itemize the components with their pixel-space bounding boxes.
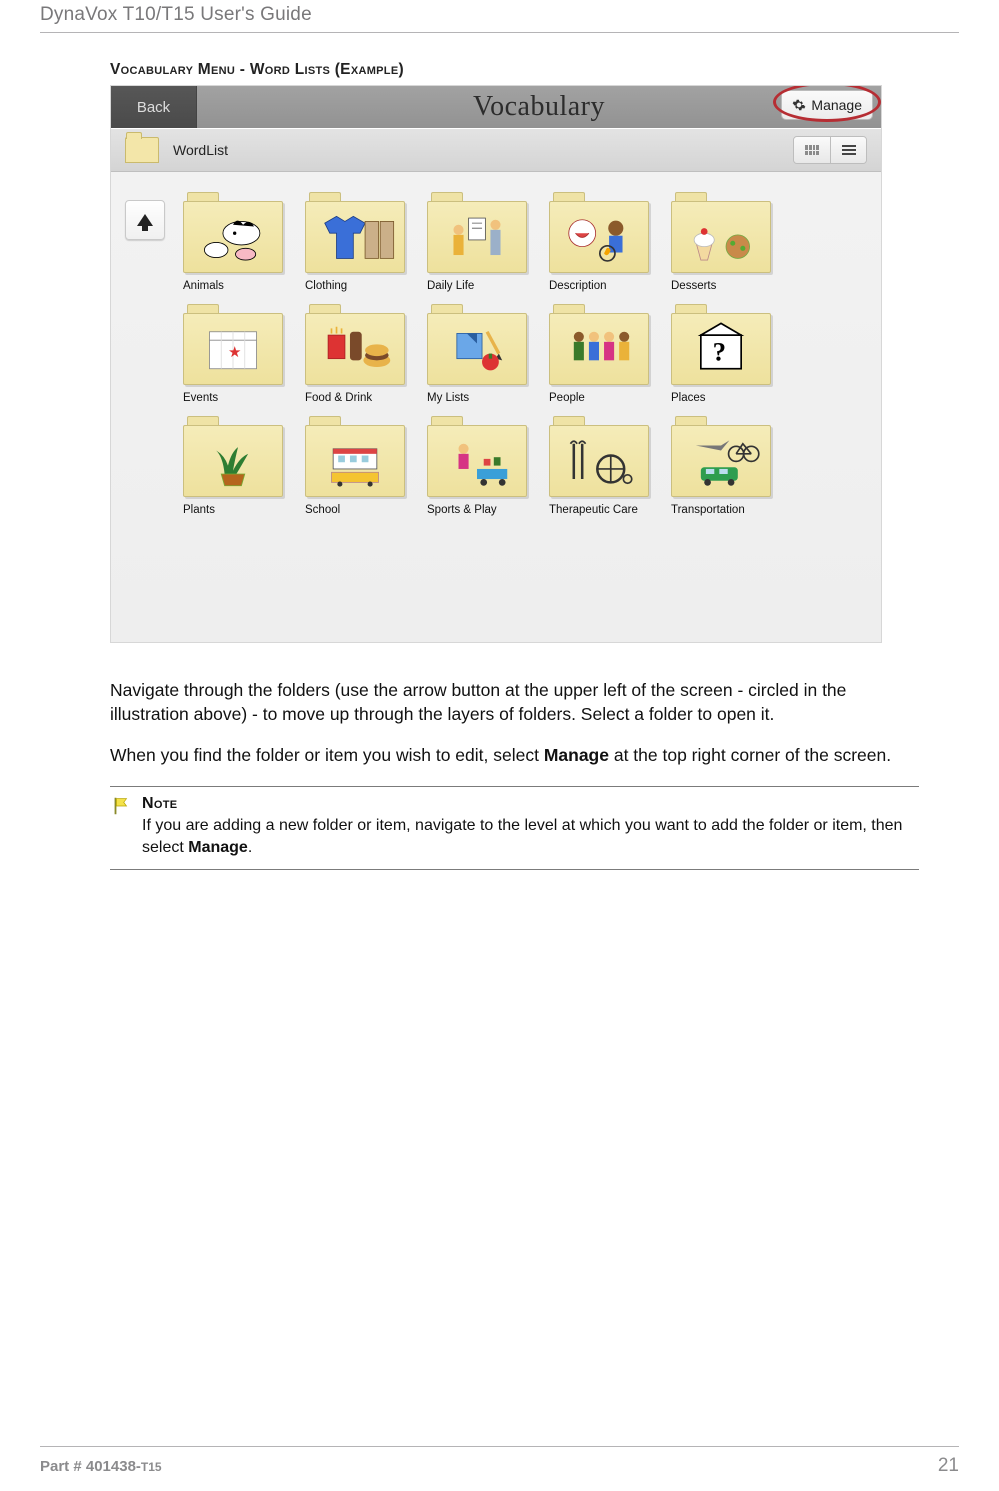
folder-label: People — [549, 392, 659, 404]
folder-item[interactable]: School — [305, 416, 415, 516]
folder-item[interactable]: Desserts — [671, 192, 781, 292]
folder-label: School — [305, 504, 415, 516]
footer-part-label: Part # 401438- — [40, 1458, 141, 1475]
folder-item[interactable]: People — [549, 304, 659, 404]
folder-item[interactable]: Plants — [183, 416, 293, 516]
paragraph-2: When you find the folder or item you wis… — [110, 744, 919, 768]
view-toggle — [793, 136, 867, 164]
folder-label: Therapeutic Care — [549, 504, 659, 516]
note-text: Note If you are adding a new folder or i… — [142, 793, 919, 859]
screenshot-vocabulary-menu: Back Vocabulary Manage WordList Animals C… — [110, 85, 882, 643]
breadcrumb-bar: WordList — [111, 128, 881, 172]
folder-item[interactable]: Transportation — [671, 416, 781, 516]
folder-label: Places — [671, 392, 781, 404]
note-body-bold: Manage — [188, 839, 248, 856]
up-arrow-icon — [137, 214, 153, 226]
folder-item[interactable]: My Lists — [427, 304, 537, 404]
list-view-button[interactable] — [830, 137, 866, 163]
manage-button[interactable]: Manage — [781, 90, 873, 120]
note-heading: Note — [142, 793, 919, 815]
screenshot-body: Animals Clothing Daily Life Description Dess… — [111, 172, 881, 642]
footer-part-suffix: T15 — [141, 1460, 162, 1474]
footer: Part # 401438-T15 21 — [40, 1455, 959, 1477]
folder-label: Events — [183, 392, 293, 404]
note-block: Note If you are adding a new folder or i… — [110, 786, 919, 870]
note-body-a: If you are adding a new folder or item, … — [142, 817, 902, 856]
flag-icon — [110, 795, 132, 817]
header-rule — [40, 32, 959, 33]
folder-icon — [125, 137, 159, 163]
folder-label: Description — [549, 280, 659, 292]
running-header: DynaVox T10/T15 User's Guide — [40, 0, 959, 26]
gear-icon — [792, 98, 806, 112]
folder-label: Sports & Play — [427, 504, 537, 516]
up-folder-button[interactable] — [125, 200, 165, 240]
paragraph-1: Navigate through the folders (use the ar… — [110, 679, 919, 726]
folder-label: My Lists — [427, 392, 537, 404]
paragraph-2-text-b: at the top right corner of the screen. — [609, 745, 891, 765]
svg-text:?: ? — [713, 336, 726, 366]
screenshot-titlebar: Back Vocabulary Manage — [111, 86, 881, 128]
folder-item[interactable]: Food & Drink — [305, 304, 415, 404]
paragraph-2-bold: Manage — [544, 745, 609, 765]
folder-grid: Animals Clothing Daily Life Description Dess… — [183, 192, 867, 516]
note-body-b: . — [248, 839, 252, 856]
svg-text:★: ★ — [228, 344, 242, 361]
paragraph-2-text-a: When you find the folder or item you wis… — [110, 745, 544, 765]
list-icon — [842, 145, 856, 155]
grid-view-button[interactable] — [794, 137, 830, 163]
folder-item[interactable]: Daily Life — [427, 192, 537, 292]
section-heading: Vocabulary Menu - Word Lists (Example) — [110, 61, 919, 79]
folder-item[interactable]: Therapeutic Care — [549, 416, 659, 516]
back-button[interactable]: Back — [111, 86, 197, 128]
folder-item[interactable]: Sports & Play — [427, 416, 537, 516]
breadcrumb-label: WordList — [173, 142, 228, 158]
manage-label: Manage — [811, 97, 862, 113]
folder-label: Transportation — [671, 504, 781, 516]
folder-item[interactable]: ★ Events — [183, 304, 293, 404]
footer-left: Part # 401438-T15 — [40, 1458, 162, 1475]
grid-icon — [805, 145, 819, 155]
folder-label: Clothing — [305, 280, 415, 292]
folder-label: Food & Drink — [305, 392, 415, 404]
folder-item[interactable]: Description — [549, 192, 659, 292]
folder-label: Daily Life — [427, 280, 537, 292]
folder-item[interactable]: Clothing — [305, 192, 415, 292]
folder-label: Desserts — [671, 280, 781, 292]
page-number: 21 — [938, 1455, 959, 1477]
folder-item[interactable]: Animals — [183, 192, 293, 292]
footer-rule — [40, 1446, 959, 1447]
folder-label: Plants — [183, 504, 293, 516]
folder-label: Animals — [183, 280, 293, 292]
screen-title: Vocabulary — [197, 91, 881, 123]
folder-item[interactable]: ? Places — [671, 304, 781, 404]
